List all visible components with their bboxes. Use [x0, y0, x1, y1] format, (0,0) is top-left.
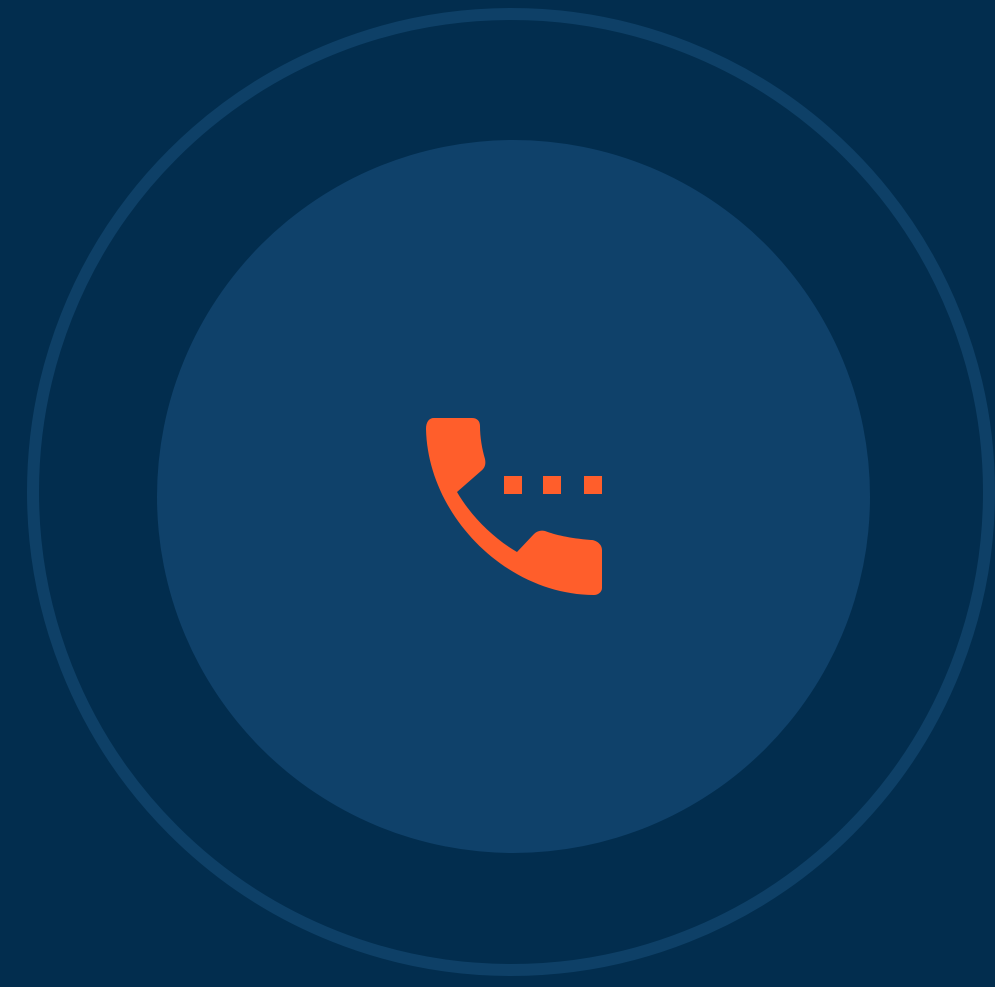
- call-status-screen: [0, 0, 995, 987]
- phone-calling-icon: [420, 412, 610, 602]
